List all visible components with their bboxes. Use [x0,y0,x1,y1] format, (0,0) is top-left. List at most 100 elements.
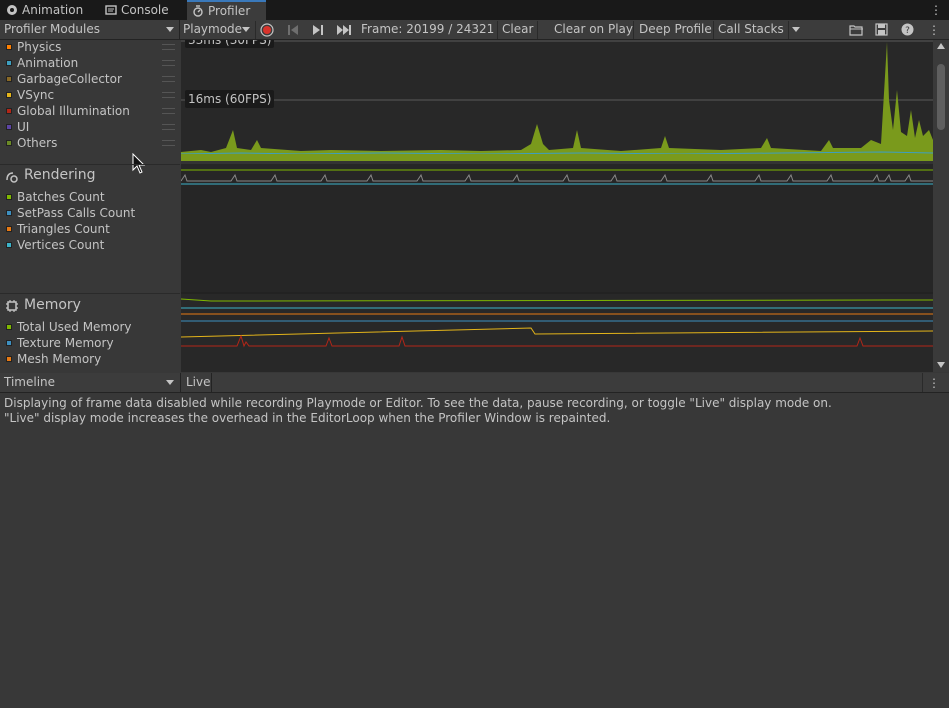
module-divider [0,164,180,165]
animation-icon [7,5,17,15]
legend-item-setpass-calls-count[interactable]: SetPass Calls Count [0,205,180,221]
series-color-swatch[interactable] [6,76,12,82]
series-color-swatch[interactable] [6,210,12,216]
live-mode-message-line1: Displaying of frame data disabled while … [4,396,832,410]
cpu-chart-bottom [181,161,933,164]
series-color-swatch[interactable] [6,44,12,50]
audio-memory-line [181,327,933,338]
profiler-modules-dropdown[interactable]: Profiler Modules [0,20,180,39]
charts-vertical-scrollbar[interactable] [933,40,949,372]
window-menu-icon[interactable]: ⋮ [930,3,942,17]
scrollbar-thumb[interactable] [937,64,945,130]
view-type-label: Timeline [4,375,56,389]
clear-button[interactable]: Clear [502,20,533,39]
playmode-dropdown[interactable]: Playmode [181,20,254,39]
series-color-swatch[interactable] [6,242,12,248]
details-pane: Displaying of frame data disabled while … [0,393,949,708]
legend-item-global-illumination[interactable]: Global Illumination [0,103,180,119]
profiler-icon [193,5,203,17]
toolbar-menu-icon[interactable]: ⋮ [928,22,940,38]
chevron-down-icon [166,380,174,385]
frame-counter: Frame: 20199 / 24321 [361,22,495,36]
window-tab-bar: Animation Console Profiler ⋮ [0,0,949,20]
toolbar-divider [788,21,789,39]
last-frame-icon[interactable] [336,23,352,37]
profiler-toolbar: Profiler Modules Playmode Frame: 20199 /… [0,20,949,40]
legend-item-total-used-memory[interactable]: Total Used Memory [0,319,180,335]
tab-profiler[interactable]: Profiler [187,0,266,20]
threshold-33ms-label: 33ms (30FPS) [185,40,275,48]
chevron-down-icon [242,27,250,32]
legend-item-vsync[interactable]: VSync [0,87,180,103]
series-color-swatch[interactable] [6,340,12,346]
series-color-swatch[interactable] [6,108,12,114]
profiler-modules-panel: Physics Animation GarbageCollector VSync… [0,40,180,372]
drag-handle-icon[interactable] [162,44,175,50]
series-color-swatch[interactable] [6,140,12,146]
legend-item-batches-count[interactable]: Batches Count [0,189,180,205]
chevron-down-icon [166,27,174,32]
cpu-chart-background [181,40,933,164]
record-button[interactable] [259,22,275,38]
series-color-swatch[interactable] [6,194,12,200]
details-menu-icon[interactable]: ⋮ [928,375,940,391]
toolbar-divider [633,21,634,39]
svg-text:?: ? [905,26,910,36]
toolbar-divider [497,21,498,39]
load-folder-icon[interactable] [849,23,864,36]
drag-handle-icon[interactable] [162,108,175,114]
tab-label: Console [121,3,169,17]
call-stacks-dropdown[interactable]: Call Stacks [715,20,803,39]
series-color-swatch[interactable] [6,124,12,130]
rendering-module-icon [6,172,18,183]
profiler-chart-svg [181,40,933,348]
scroll-down-arrow-icon[interactable] [937,362,945,368]
legend-item-mesh-memory[interactable]: Mesh Memory [0,351,180,367]
next-frame-icon[interactable] [311,23,325,37]
object-count-line [181,334,933,348]
module-divider [0,293,180,294]
live-toggle-button[interactable]: Live [181,373,212,392]
view-type-dropdown[interactable]: Timeline [0,373,181,392]
drag-handle-icon[interactable] [162,60,175,66]
help-icon[interactable]: ? [901,23,914,36]
tab-label: Animation [22,3,84,17]
drag-handle-icon[interactable] [162,140,175,146]
drag-handle-icon[interactable] [162,124,175,130]
legend-item-ui[interactable]: UI [0,119,180,135]
legend-item-vertices-count[interactable]: Vertices Count [0,237,180,253]
threshold-16ms-label: 16ms (60FPS) [185,90,275,108]
legend-item-triangles-count[interactable]: Triangles Count [0,221,180,237]
rendering-chart-background [181,164,933,292]
tab-animation[interactable]: Animation [6,0,96,20]
first-frame-icon[interactable] [286,23,300,37]
clear-on-play-button[interactable]: Clear on Play [554,20,633,39]
profiler-charts-area[interactable]: 33ms (30FPS) 16ms (60FPS) [181,40,933,372]
legend-item-texture-memory[interactable]: Texture Memory [0,335,180,351]
scroll-up-arrow-icon[interactable] [937,43,945,49]
cpu-baseline-band [181,154,933,161]
toolbar-divider [922,373,923,392]
drag-handle-icon[interactable] [162,92,175,98]
legend-item-others[interactable]: Others [0,135,180,151]
tab-console[interactable]: Console [105,0,185,20]
tab-label: Profiler [208,4,251,18]
series-color-swatch[interactable] [6,324,12,330]
series-color-swatch[interactable] [6,226,12,232]
series-color-swatch[interactable] [6,356,12,362]
live-label: Live [186,375,211,389]
rendering-module-title[interactable]: Rendering [24,167,96,183]
profiler-modules-label: Profiler Modules [4,22,100,36]
save-icon[interactable] [875,23,888,36]
details-toolbar: Timeline Live ⋮ [0,373,949,393]
memory-module-icon [6,300,18,312]
legend-item-garbagecollector[interactable]: GarbageCollector [0,71,180,87]
toolbar-divider [255,21,256,39]
series-color-swatch[interactable] [6,92,12,98]
drag-handle-icon[interactable] [162,76,175,82]
memory-module-title[interactable]: Memory [24,297,81,313]
deep-profile-button[interactable]: Deep Profile [639,20,712,39]
series-color-swatch[interactable] [6,60,12,66]
legend-item-physics[interactable]: Physics [0,40,180,55]
legend-item-animation[interactable]: Animation [0,55,180,71]
